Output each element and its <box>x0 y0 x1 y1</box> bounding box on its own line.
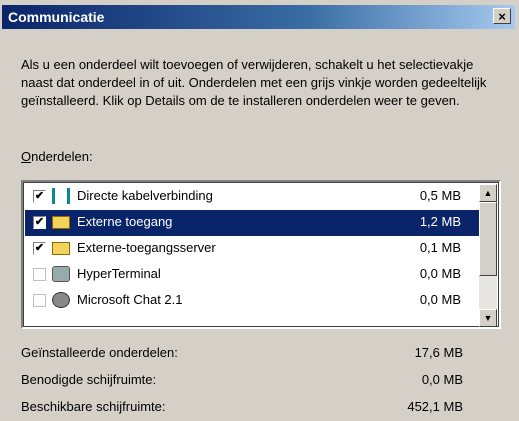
window-title: Communicatie <box>8 9 105 25</box>
stat-label-installed: Geïnstalleerde onderdelen: <box>21 345 178 360</box>
list-item-externe-toegangsserver[interactable]: ✔ Externe-toegangsserver 0,1 MB <box>25 236 479 262</box>
component-name: Directe kabelverbinding <box>77 188 213 203</box>
components-label: Onderdelen: <box>21 149 93 164</box>
chat-icon <box>52 292 70 308</box>
component-name: Microsoft Chat 2.1 <box>77 292 183 307</box>
description-text: Als u een onderdeel wilt toevoegen of ve… <box>21 57 487 108</box>
component-name: Externe toegang <box>77 214 173 229</box>
component-size: 0,0 MB <box>419 292 461 307</box>
stat-label-required: Benodigde schijfruimte: <box>21 372 157 387</box>
close-icon: × <box>498 9 506 24</box>
component-size: 1,2 MB <box>419 214 461 229</box>
component-name: HyperTerminal <box>77 266 161 281</box>
components-label-accel: O <box>21 149 32 164</box>
list-scrollbar[interactable]: ▲ ▼ <box>479 184 497 327</box>
stat-value-available: 452,1 MB <box>407 399 463 414</box>
component-size: 0,1 MB <box>419 240 461 255</box>
components-label-rest: nderdelen: <box>31 149 93 164</box>
scroll-up-button[interactable]: ▲ <box>479 184 497 202</box>
phone-icon <box>52 266 70 282</box>
folder-icon <box>52 216 70 229</box>
component-size: 0,0 MB <box>419 266 461 281</box>
list-item-externe-toegang[interactable]: ✔ Externe toegang 1,2 MB <box>25 210 479 236</box>
list-item-hyperterminal[interactable]: HyperTerminal 0,0 MB <box>25 262 479 288</box>
folder-icon <box>52 242 70 255</box>
list-item-directe-kabelverbinding[interactable]: ✔ Directe kabelverbinding 0,5 MB <box>25 184 479 210</box>
checkbox-microsoft-chat[interactable] <box>33 294 46 307</box>
arrow-up-icon: ▲ <box>483 188 493 198</box>
checkbox-externe-toegang[interactable]: ✔ <box>33 216 46 229</box>
close-button[interactable]: × <box>493 8 511 24</box>
scroll-down-button[interactable]: ▼ <box>479 309 497 327</box>
title-bar: Communicatie × <box>2 5 515 29</box>
stat-value-required: 0,0 MB <box>421 372 463 387</box>
cable-connection-icon <box>52 188 70 204</box>
components-listbox[interactable]: ✔ Directe kabelverbinding 0,5 MB ✔ Exter… <box>21 180 501 329</box>
component-name: Externe-toegangsserver <box>77 240 216 255</box>
stat-label-available: Beschikbare schijfruimte: <box>21 399 166 414</box>
list-item-microsoft-chat[interactable]: Microsoft Chat 2.1 0,0 MB <box>25 288 479 314</box>
scroll-thumb[interactable] <box>479 202 497 276</box>
checkbox-hyperterminal[interactable] <box>33 268 46 281</box>
checkbox-externe-toegangsserver[interactable]: ✔ <box>33 242 46 255</box>
stat-value-installed: 17,6 MB <box>414 345 463 360</box>
checkbox-directe-kabelverbinding[interactable]: ✔ <box>33 190 46 203</box>
component-size: 0,5 MB <box>419 188 461 203</box>
arrow-down-icon: ▼ <box>483 313 493 323</box>
